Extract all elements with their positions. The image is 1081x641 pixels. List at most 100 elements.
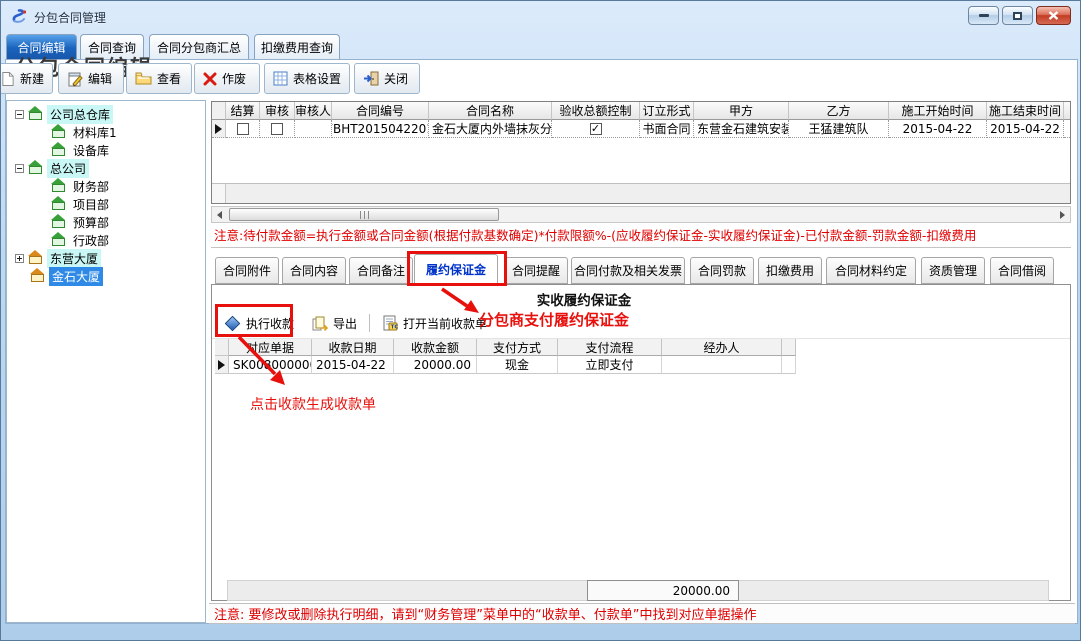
void-button[interactable]: 作废 [194, 63, 260, 94]
column-header-settled[interactable]: 结算 [226, 102, 260, 120]
tab-contract-attachments[interactable]: 合同附件 [215, 257, 279, 284]
button-label: 新建 [20, 70, 44, 87]
cell-doc-no[interactable]: SK0080000001 [229, 356, 312, 374]
house-icon [29, 112, 42, 120]
tree-item-company-warehouse[interactable]: 公司总仓库 [7, 105, 205, 123]
scroll-right-icon[interactable] [1055, 207, 1070, 222]
tab-payments-invoices[interactable]: 合同付款及相关发票 [571, 257, 685, 284]
tree-item-finance-dept[interactable]: 财务部 [7, 177, 205, 195]
tab-withholding-query[interactable]: 扣缴费用查询 [254, 34, 340, 59]
scroll-left-icon[interactable] [212, 207, 227, 222]
maximize-icon [1013, 12, 1022, 20]
column-header-end-date[interactable]: 施工结束时间 [987, 102, 1064, 120]
export-button[interactable]: 导出 [306, 315, 363, 332]
deposit-toolbar: 执行收款 导出 TC 打开当前收款单 [212, 308, 1070, 339]
tab-withholding-fees[interactable]: 扣缴费用 [758, 257, 822, 284]
column-header-clipped[interactable]: 合 [1064, 102, 1071, 120]
tab-contract-remarks[interactable]: 合同备注 [349, 257, 413, 284]
button-label: 作废 [222, 70, 246, 87]
column-header-doc-no[interactable]: 对应单据 [229, 339, 312, 356]
house-icon [52, 130, 65, 138]
tree-item-budget-dept[interactable]: 预算部 [7, 213, 205, 231]
tab-label: 合同借阅 [998, 262, 1046, 279]
cell-party-b[interactable]: 王猛建筑队 [789, 120, 889, 138]
cell-contract-name[interactable]: 金石大厦内外墙抹灰分 [429, 120, 552, 138]
tab-label: 合同附件 [223, 262, 271, 279]
main-toolbar: 新建 编辑 查看 作废 表格设置 关闭 [6, 63, 1075, 96]
tree-item-project-dept[interactable]: 项目部 [7, 195, 205, 213]
scrollbar-thumb[interactable] [229, 208, 499, 221]
tree-item-jinshi-building-selected[interactable]: 金石大厦 [7, 267, 205, 285]
column-header-contract-no[interactable]: 合同编号 [332, 102, 429, 120]
open-current-receipt-button[interactable]: TC 打开当前收款单 [376, 315, 493, 332]
column-header-contract-name[interactable]: 合同名称 [429, 102, 552, 120]
column-header-stub [782, 339, 796, 356]
cell-start-date[interactable]: 2015-04-22 [889, 120, 987, 138]
column-header-handler[interactable]: 经办人 [662, 339, 782, 356]
tree-item-label: 项目部 [70, 195, 112, 214]
tab-label: 合同分包商汇总 [157, 39, 241, 56]
column-header-party-b[interactable]: 乙方 [789, 102, 889, 120]
tree-item-label: 材料库1 [70, 123, 120, 142]
tab-contract-reminder[interactable]: 合同提醒 [504, 257, 568, 284]
tab-qualification-mgmt[interactable]: 资质管理 [921, 257, 985, 284]
column-header-receipt-date[interactable]: 收款日期 [312, 339, 394, 356]
open-folder-icon [135, 71, 152, 86]
cell-end-date[interactable]: 2015-04-22 [987, 120, 1064, 138]
acceptance-checkbox[interactable] [590, 123, 602, 135]
edit-instruction-note: 注意: 要修改或删除执行明细，请到“财务管理”菜单中的“收款单、付款单”中找到对… [209, 603, 1075, 624]
tab-contract-content[interactable]: 合同内容 [282, 257, 346, 284]
minimize-button[interactable] [968, 6, 999, 25]
column-header-reviewed[interactable]: 审核 [260, 102, 295, 120]
close-button[interactable] [1036, 6, 1071, 25]
tab-subcontractor-summary[interactable]: 合同分包商汇总 [149, 34, 249, 59]
cell-pay-method[interactable]: 现金 [477, 356, 558, 374]
tab-label: 资质管理 [929, 262, 977, 279]
toolbar-separator [369, 314, 370, 332]
column-header-reviewer[interactable]: 审核人 [295, 102, 332, 120]
maximize-button[interactable] [1002, 6, 1033, 25]
settled-checkbox[interactable] [237, 123, 249, 135]
cell-pay-flow[interactable]: 立即支付 [558, 356, 662, 374]
tab-contract-penalty[interactable]: 合同罚款 [690, 257, 754, 284]
edit-button[interactable]: 编辑 [58, 63, 124, 94]
tab-material-agreement[interactable]: 合同材料约定 [826, 257, 916, 284]
cell-contract-no[interactable]: FBHT2015042201 [332, 120, 429, 138]
cell-receipt-amount[interactable]: 20000.00 [394, 356, 477, 374]
cell-receipt-date[interactable]: 2015-04-22 [312, 356, 394, 374]
view-button[interactable]: 查看 [126, 63, 192, 94]
h-scrollbar[interactable] [211, 206, 1071, 223]
column-header-receipt-amount[interactable]: 收款金额 [394, 339, 477, 356]
tree-item-equipment-store[interactable]: 设备库 [7, 141, 205, 159]
collapse-icon[interactable] [15, 110, 24, 119]
reviewed-checkbox[interactable] [271, 123, 283, 135]
column-header-pay-method[interactable]: 支付方式 [477, 339, 558, 356]
cell-party-a[interactable]: 东营金石建筑安装 [694, 120, 789, 138]
tree-item-dongying-building[interactable]: 东营大厦 [7, 249, 205, 267]
tree-item-label: 总公司 [47, 159, 89, 178]
close-form-button[interactable]: 关闭 [354, 63, 420, 94]
column-header-pay-flow[interactable]: 支付流程 [558, 339, 662, 356]
collapse-icon[interactable] [15, 164, 24, 173]
total-amount: 20000.00 [673, 584, 730, 598]
column-header-start-date[interactable]: 施工开始时间 [889, 102, 987, 120]
table-settings-button[interactable]: 表格设置 [264, 63, 350, 94]
app-icon [11, 8, 28, 25]
minimize-icon [979, 14, 989, 17]
main-tabstrip: 合同编辑 合同查询 合同分包商汇总 扣缴费用查询 [5, 34, 1076, 59]
new-button[interactable]: 新建 [0, 63, 53, 94]
tab-contract-borrowing[interactable]: 合同借阅 [990, 257, 1054, 284]
tree-item-admin-dept[interactable]: 行政部 [7, 231, 205, 249]
tree-item-head-office[interactable]: 总公司 [7, 159, 205, 177]
column-header-acceptance-control[interactable]: 验收总额控制 [552, 102, 640, 120]
cell-form[interactable]: 书面合同 [640, 120, 694, 138]
column-header-party-a[interactable]: 甲方 [694, 102, 789, 120]
house-icon [52, 148, 65, 156]
annotation-pay-deposit: 分包商支付履约保证金 [479, 309, 629, 330]
column-header-form[interactable]: 订立形式 [640, 102, 694, 120]
tree-item-label: 东营大厦 [47, 249, 101, 268]
tree-item-material-store[interactable]: 材料库1 [7, 123, 205, 141]
thumb-grip-icon [360, 211, 369, 219]
expand-icon[interactable] [15, 254, 24, 263]
button-label: 关闭 [384, 70, 408, 87]
